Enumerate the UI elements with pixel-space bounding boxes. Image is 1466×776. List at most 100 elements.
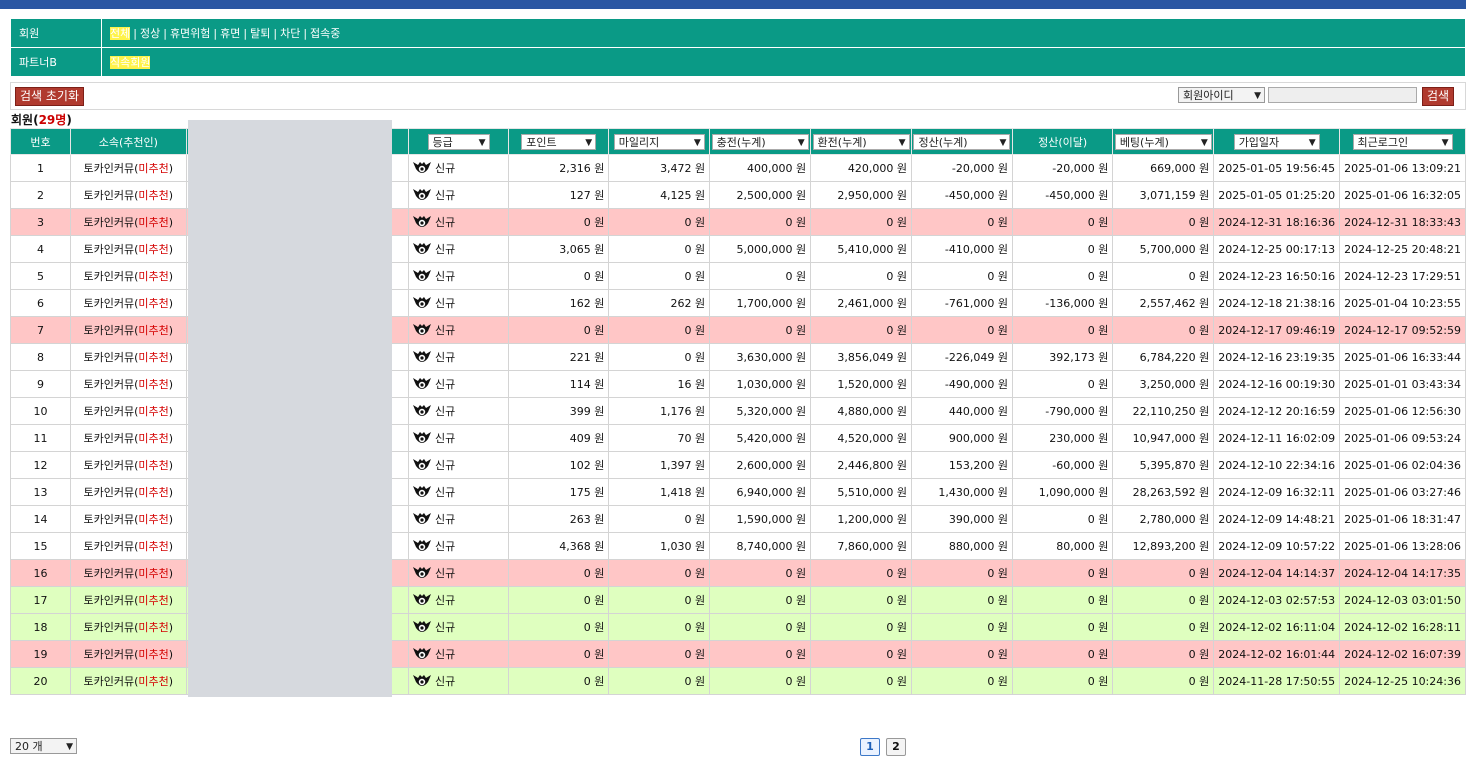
recommender-status: 미추천 (138, 351, 169, 364)
grade-badge-icon (413, 512, 432, 527)
row-last-login: 2025-01-06 16:33:44 (1339, 343, 1466, 371)
row-point: 2,316 원 (508, 154, 610, 182)
row-settle: -226,049 원 (911, 343, 1013, 371)
withdraw-sort-select[interactable]: 환전(누계) ▼ (812, 133, 910, 150)
row-bet: 0 원 (1112, 208, 1215, 236)
affiliation-name[interactable]: 토카인커뮤 (84, 405, 135, 418)
row-deposit: 400,000 원 (709, 154, 812, 182)
bet-sort-select[interactable]: 베팅(누계) ▼ (1114, 133, 1212, 150)
affiliation-name[interactable]: 토카인커뮤 (84, 486, 135, 499)
row-bet: 2,780,000 원 (1112, 505, 1215, 533)
row-settle-month: 0 원 (1011, 262, 1114, 290)
grade-badge-icon (413, 458, 432, 473)
row-point: 399 원 (508, 397, 610, 425)
row-mileage: 0 원 (608, 667, 711, 695)
redacted-area (188, 120, 392, 697)
row-deposit: 3,630,000 원 (709, 343, 812, 371)
row-number: 17 (9, 586, 72, 614)
affiliation-name[interactable]: 토카인커뮤 (84, 243, 135, 256)
mileage-sort-select[interactable]: 마일리지 ▼ (613, 133, 705, 150)
filter-dormant-link[interactable]: 휴면 (220, 27, 240, 40)
row-deposit: 5,420,000 원 (709, 424, 812, 452)
row-bet: 0 원 (1112, 559, 1215, 587)
row-affiliation: 토카인커뮤(미추천) (70, 235, 187, 263)
grade-badge-icon (413, 404, 432, 419)
affiliation-name[interactable]: 토카인커뮤 (84, 378, 135, 391)
row-point: 0 원 (508, 316, 610, 344)
filter-blocked-link[interactable]: 차단 (280, 27, 300, 40)
row-deposit: 0 원 (709, 262, 812, 290)
search-button[interactable]: 검색 (1422, 87, 1455, 106)
page-size-select[interactable]: 20 개 ▼ (10, 738, 77, 754)
row-deposit: 0 원 (709, 586, 812, 614)
row-grade: 신규 (408, 262, 510, 290)
row-withdraw: 0 원 (810, 613, 913, 641)
row-last-login: 2024-12-02 16:28:11 (1339, 613, 1466, 641)
row-point: 175 원 (508, 478, 610, 506)
filter-online-link[interactable]: 접속중 (310, 27, 340, 40)
affiliation-name[interactable]: 토카인커뮤 (84, 297, 135, 310)
search-input[interactable] (1268, 87, 1417, 103)
filter-normal-link[interactable]: 정상 (140, 27, 160, 40)
affiliation-name[interactable]: 토카인커뮤 (84, 324, 135, 337)
member-count: 회원(29명) (11, 113, 72, 127)
filter-all-link[interactable]: 전체 (110, 27, 131, 40)
grade-label: 신규 (435, 377, 456, 391)
row-affiliation: 토카인커뮤(미추천) (70, 640, 187, 668)
row-deposit: 0 원 (709, 559, 812, 587)
col-affiliation-header[interactable]: 소속(추천인) (70, 128, 187, 155)
recommender-status: 미추천 (138, 270, 169, 283)
filter-direct-members-link[interactable]: 직속회원 (110, 56, 151, 69)
row-mileage: 0 원 (608, 262, 711, 290)
settle-sort-select[interactable]: 정산(누계) ▼ (913, 133, 1011, 150)
affiliation-name[interactable]: 토카인커뮤 (84, 432, 135, 445)
grade-label: 신규 (435, 674, 456, 688)
affiliation-name[interactable]: 토카인커뮤 (84, 162, 135, 175)
affiliation-name[interactable]: 토카인커뮤 (84, 351, 135, 364)
row-joined-date: 2025-01-05 19:56:45 (1213, 154, 1341, 182)
last-login-sort-select[interactable]: 최근로그인 ▼ (1352, 133, 1453, 150)
grade-label: 신규 (435, 188, 456, 202)
row-point: 162 원 (508, 289, 610, 317)
chevron-down-icon: ▼ (1254, 91, 1261, 101)
joined-sort-select[interactable]: 가입일자 ▼ (1233, 133, 1320, 150)
affiliation-name[interactable]: 토카인커뮤 (84, 189, 135, 202)
row-settle-month: 0 원 (1011, 586, 1114, 614)
recommender-status: 미추천 (138, 378, 169, 391)
affiliation-name[interactable]: 토카인커뮤 (84, 216, 135, 229)
col-settle-month-header[interactable]: 정산(이달) (1011, 128, 1114, 155)
grade-badge-icon (413, 566, 432, 581)
affiliation-name[interactable]: 토카인커뮤 (84, 621, 135, 634)
affiliation-name[interactable]: 토카인커뮤 (84, 540, 135, 553)
deposit-sort-select[interactable]: 충전(누계) ▼ (711, 133, 809, 150)
affiliation-name[interactable]: 토카인커뮤 (84, 675, 135, 688)
row-joined-date: 2024-12-02 16:11:04 (1213, 613, 1341, 641)
chevron-down-icon: ▼ (1308, 137, 1316, 148)
affiliation-name[interactable]: 토카인커뮤 (84, 270, 135, 283)
filter-withdrawn-link[interactable]: 탈퇴 (250, 27, 270, 40)
page-2-button[interactable]: 2 (886, 738, 906, 756)
row-settle: 0 원 (911, 613, 1013, 641)
row-affiliation: 토카인커뮤(미추천) (70, 559, 187, 587)
page-1-button[interactable]: 1 (860, 738, 880, 756)
row-joined-date: 2024-12-12 20:16:59 (1213, 397, 1341, 425)
search-reset-button[interactable]: 검색 초기화 (15, 87, 85, 106)
affiliation-name[interactable]: 토카인커뮤 (84, 567, 135, 580)
affiliation-name[interactable]: 토카인커뮤 (84, 594, 135, 607)
affiliation-name[interactable]: 토카인커뮤 (84, 513, 135, 526)
row-joined-date: 2024-12-16 00:19:30 (1213, 370, 1341, 398)
affiliation-name[interactable]: 토카인커뮤 (84, 648, 135, 661)
col-settle-header: 정산(누계) ▼ (911, 128, 1013, 155)
row-point: 102 원 (508, 451, 610, 479)
row-number: 5 (9, 262, 72, 290)
filter-dormant-risk-link[interactable]: 휴면위험 (170, 27, 210, 40)
grade-sort-select[interactable]: 등급 ▼ (427, 133, 490, 150)
row-grade: 신규 (408, 478, 510, 506)
search-field-select[interactable]: 회원아이디 ▼ (1178, 87, 1265, 103)
point-sort-select[interactable]: 포인트 ▼ (521, 133, 597, 150)
row-affiliation: 토카인커뮤(미추천) (70, 181, 187, 209)
row-joined-date: 2024-12-23 16:50:16 (1213, 262, 1341, 290)
row-bet: 0 원 (1112, 262, 1215, 290)
col-no-header[interactable]: 번호 (9, 128, 72, 155)
affiliation-name[interactable]: 토카인커뮤 (84, 459, 135, 472)
